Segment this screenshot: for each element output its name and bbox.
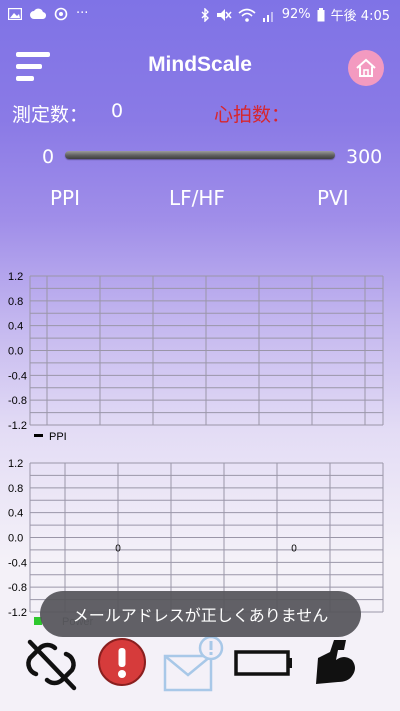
stats-row: 測定数： 0 心拍数： xyxy=(0,98,400,128)
y-tick-label: 0.4 xyxy=(8,321,23,333)
metric-tabs: PPI LF/HF PVI xyxy=(0,186,400,214)
status-right: 92% 午後 4:05 xyxy=(200,5,390,24)
battery-icon xyxy=(234,650,292,676)
signal-icon xyxy=(262,11,273,22)
toast-message: メールアドレスが正しくありません xyxy=(40,591,361,637)
tab-pvi[interactable]: PVI xyxy=(317,186,349,210)
legend-ppi-label: PPI xyxy=(49,431,67,443)
status-dots: ··· xyxy=(76,6,89,21)
alert-icon[interactable] xyxy=(96,636,148,688)
tab-ppi[interactable]: PPI xyxy=(50,186,80,210)
mute-icon xyxy=(216,8,232,21)
y-tick-label: 0.0 xyxy=(8,533,23,545)
heart-rate-slider-row: 0 300 xyxy=(0,143,400,171)
home-icon xyxy=(356,58,376,77)
ppi-chart-svg: 1.2 0.8 0.4 0.0 -0.4 -0.8 -1.2 PPI xyxy=(8,271,384,443)
ppi-chart: 1.2 0.8 0.4 0.0 -0.4 -0.8 -1.2 PPI xyxy=(0,266,400,446)
y-tick-label: -1.2 xyxy=(8,607,27,619)
y-tick-label: -1.2 xyxy=(8,420,27,432)
y-tick-label: -0.8 xyxy=(8,582,27,594)
toast-text: メールアドレスが正しくありません xyxy=(72,606,329,625)
status-battery-icon xyxy=(317,7,325,21)
y-tick-label: 1.2 xyxy=(8,458,23,470)
app-bar: MindScale xyxy=(0,40,400,94)
bluetooth-icon xyxy=(201,7,209,22)
slider-max-label: 300 xyxy=(346,146,383,168)
tab-lfhf[interactable]: LF/HF xyxy=(169,186,225,210)
app-title: MindScale xyxy=(148,53,252,76)
home-button[interactable] xyxy=(348,50,384,86)
y-tick-label: 1.2 xyxy=(8,271,23,283)
sync-icon xyxy=(54,7,68,20)
battery-percent: 92% xyxy=(281,7,311,22)
y-tick-label: -0.4 xyxy=(8,370,27,382)
measurement-count-value: 0 xyxy=(111,100,124,122)
status-time: 午後 4:05 xyxy=(330,9,390,24)
y-tick-label: 0.4 xyxy=(8,508,23,520)
slider-min-label: 0 xyxy=(42,146,55,168)
data-label: 0 xyxy=(115,544,121,555)
heart-rate-label: 心拍数： xyxy=(214,104,291,126)
y-tick-label: 0.8 xyxy=(8,483,23,495)
mail-notification-icon[interactable] xyxy=(163,636,227,692)
y-tick-label: -0.8 xyxy=(8,395,27,407)
y-tick-label: -0.4 xyxy=(8,557,27,569)
image-icon xyxy=(8,7,22,20)
data-label: 0 xyxy=(291,544,297,555)
flexed-arm-icon[interactable] xyxy=(308,636,362,688)
measurement-count-label: 測定数： xyxy=(12,104,89,126)
status-left: ··· xyxy=(8,6,88,21)
bottom-toolbar xyxy=(0,632,400,692)
legend-ppi-swatch xyxy=(34,434,43,437)
bluetooth-off-icon[interactable] xyxy=(22,636,80,692)
y-tick-label: 0.0 xyxy=(8,346,23,358)
cloud-icon xyxy=(30,8,46,19)
heart-rate-slider[interactable] xyxy=(65,151,335,159)
y-tick-label: 0.8 xyxy=(8,296,23,308)
status-bar: ··· 92% 午後 4:05 xyxy=(0,0,400,28)
wifi-icon xyxy=(238,8,256,22)
